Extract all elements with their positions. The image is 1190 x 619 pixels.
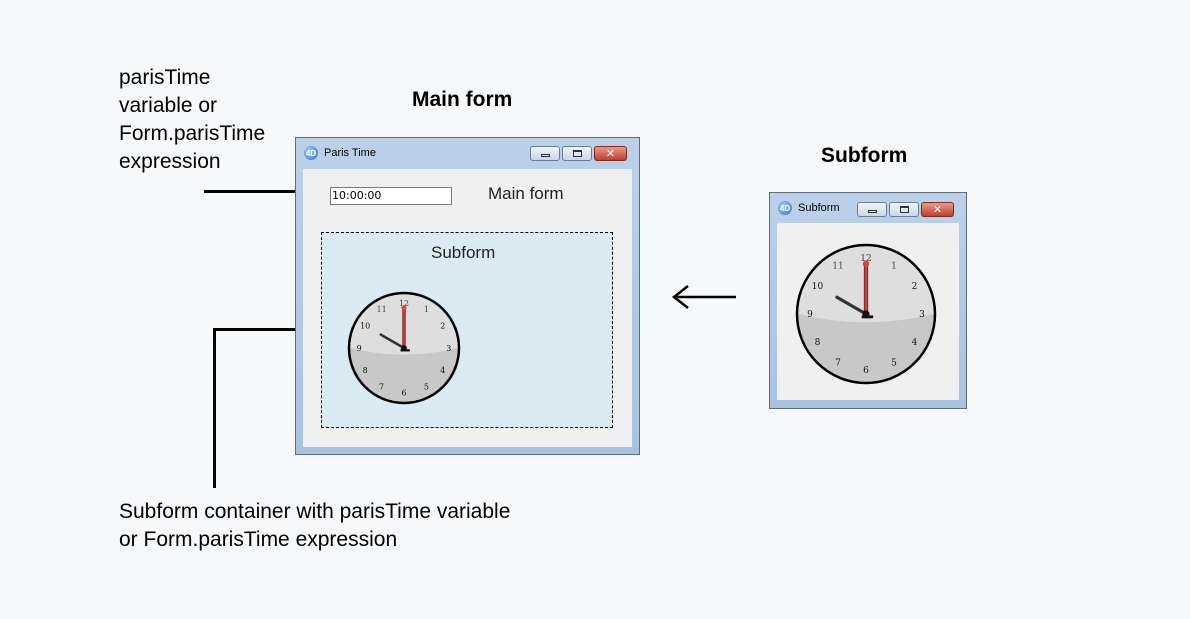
4d-app-icon: 4D — [304, 146, 318, 160]
4d-app-icon: 4D — [778, 201, 792, 215]
clock-number: 8 — [815, 338, 821, 348]
clock-hub — [401, 345, 407, 351]
main-form-label: Main form — [488, 184, 564, 203]
close-icon: ✕ — [605, 148, 616, 160]
annotation-line: Form.parisTime — [119, 122, 266, 145]
main-form-window: 4D Paris Time ✕ 10:00:00 Main form Subfo… — [295, 137, 640, 455]
main-form-client-area: 10:00:00 Main form Subform 12 1 2 3 4 5 6 7 8 9 10… — [303, 169, 632, 447]
window-title: Subform — [798, 202, 840, 214]
maximize-icon — [572, 150, 582, 157]
clock-number: 1 — [424, 305, 429, 314]
clock-number: 3 — [446, 344, 451, 353]
annotation-line: variable or — [119, 94, 218, 117]
main-form-heading: Main form — [412, 88, 513, 111]
clock-number: 6 — [401, 389, 406, 398]
clock-number: 9 — [357, 344, 362, 353]
clock-hub — [862, 310, 870, 318]
paristime-annotation: parisTime variable or Form.parisTime exp… — [119, 64, 265, 176]
close-icon: ✕ — [932, 204, 943, 216]
clock-number: 11 — [832, 262, 843, 272]
maximize-button[interactable] — [889, 202, 919, 217]
clock-number: 8 — [363, 366, 368, 375]
clock-number: 5 — [424, 383, 429, 392]
clock-number: 6 — [863, 366, 869, 376]
subform-container[interactable]: Subform 12 1 2 3 4 5 6 7 8 9 10 11 — [321, 232, 613, 428]
analog-clock-large: 121234567891011 — [795, 243, 937, 385]
clock-number: 3 — [919, 310, 925, 320]
clock-number: 9 — [807, 310, 813, 320]
analog-clock-small: 121234567891011 — [347, 291, 461, 405]
maximize-icon — [899, 206, 909, 213]
subform-container-label: Subform — [431, 243, 496, 262]
minimize-button[interactable] — [530, 146, 560, 161]
minimize-icon — [867, 210, 877, 213]
annotation-line: or Form.parisTime expression — [119, 528, 398, 551]
close-button[interactable]: ✕ — [921, 202, 954, 217]
clock-number: 4 — [440, 366, 445, 375]
window-title: Paris Time — [324, 147, 376, 159]
container-pointer-vertical-line — [213, 328, 216, 488]
clock-number: 11 — [377, 305, 387, 314]
maximize-button[interactable] — [562, 146, 592, 161]
clock-number: 2 — [440, 321, 445, 330]
minimize-icon — [540, 154, 550, 157]
clock-number: 10 — [360, 321, 370, 330]
window-controls: ✕ — [857, 202, 954, 217]
subform-container-annotation: Subform container with parisTime variabl… — [119, 498, 510, 554]
clock-number: 1 — [891, 262, 897, 272]
close-button[interactable]: ✕ — [594, 146, 627, 161]
title-bar[interactable]: 4D Paris Time ✕ — [296, 138, 639, 168]
clock-number: 5 — [891, 359, 897, 369]
annotation-line: parisTime — [119, 66, 211, 89]
clock-number: 10 — [812, 282, 824, 292]
subform-window: 4D Subform ✕ 12 1 2 3 4 5 6 7 8 9 10 11 — [769, 192, 967, 409]
subform-heading: Subform — [821, 144, 908, 167]
clock-second-tip — [862, 260, 870, 267]
clock-number: 2 — [912, 282, 918, 292]
clock-number: 7 — [379, 383, 384, 392]
minimize-button[interactable] — [857, 202, 887, 217]
paristime-input[interactable]: 10:00:00 — [330, 187, 452, 205]
left-arrow-icon — [671, 285, 736, 309]
clock-number: 7 — [835, 359, 841, 369]
subform-client-area: 12 1 2 3 4 5 6 7 8 9 10 11 — [777, 223, 959, 400]
window-controls: ✕ — [530, 146, 627, 161]
annotation-line: expression — [119, 150, 221, 173]
title-bar[interactable]: 4D Subform ✕ — [770, 193, 966, 223]
clock-number: 4 — [912, 338, 918, 348]
clock-second-tip — [401, 305, 407, 311]
annotation-line: Subform container with parisTime variabl… — [119, 500, 511, 523]
